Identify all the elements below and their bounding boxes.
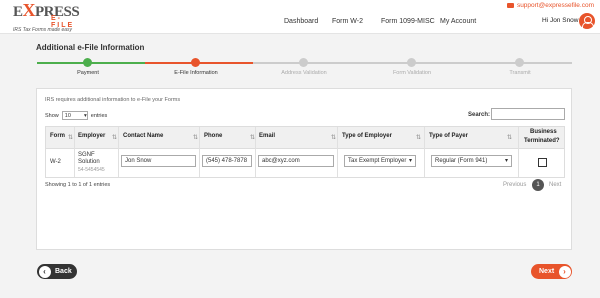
col-terminated: Terminated? bbox=[524, 138, 560, 144]
form-value: W-2 bbox=[50, 159, 61, 165]
nav-dashboard[interactable]: Dashboard bbox=[284, 18, 318, 25]
info-text: IRS requires additional information to e… bbox=[45, 97, 181, 103]
sort-icon[interactable]: ⇅ bbox=[331, 134, 336, 141]
col-type-of-payer[interactable]: Type of Payer bbox=[429, 133, 468, 139]
entries-select[interactable]: 10 ▾ bbox=[61, 111, 88, 120]
forms-table: Form ⇅ Employer ⇅ Contact Name ⇅ Phone ⇅… bbox=[45, 126, 565, 178]
step-dot-pending bbox=[515, 58, 524, 67]
user-greeting[interactable]: Hi Jon Snow bbox=[542, 17, 579, 24]
previous-page-button[interactable]: Previous bbox=[503, 182, 526, 188]
col-business: Business bbox=[530, 129, 557, 135]
chevron-down-icon: ▾ bbox=[84, 112, 87, 119]
search-label: Search: bbox=[468, 112, 491, 118]
col-email[interactable]: Email bbox=[259, 133, 275, 139]
col-contact-name[interactable]: Contact Name bbox=[123, 133, 163, 139]
employer-id: 54-5454545 bbox=[78, 167, 105, 173]
chevron-right-icon: › bbox=[558, 265, 571, 278]
chevron-down-icon: ▾ bbox=[504, 158, 508, 164]
step-check-icon bbox=[83, 58, 92, 67]
employer-name: SGNF bbox=[78, 152, 95, 158]
sort-icon[interactable]: ⇅ bbox=[193, 134, 198, 141]
support-email-link[interactable]: support@expressefile.com bbox=[506, 2, 594, 9]
nav-my-account[interactable]: My Account bbox=[440, 18, 476, 25]
mail-icon bbox=[506, 3, 514, 8]
nav-form-1099-misc[interactable]: Form 1099-MISC bbox=[381, 18, 435, 25]
next-button[interactable]: Next › bbox=[531, 264, 572, 279]
next-page-button[interactable]: Next bbox=[549, 182, 561, 188]
chevron-left-icon: ‹ bbox=[38, 265, 51, 278]
page-title: Additional e-File Information bbox=[36, 43, 145, 52]
col-phone[interactable]: Phone bbox=[204, 133, 222, 139]
nav-form-w2[interactable]: Form W-2 bbox=[332, 18, 363, 25]
step-label-efile-info: E-File Information bbox=[174, 70, 218, 76]
step-label-address: Address Validation bbox=[281, 70, 327, 76]
col-type-of-employer[interactable]: Type of Employer bbox=[342, 133, 392, 139]
sort-icon[interactable]: ⇅ bbox=[507, 134, 512, 141]
sort-icon[interactable]: ⇅ bbox=[112, 134, 117, 141]
step-label-form-validation: Form Validation bbox=[392, 70, 432, 76]
logo[interactable]: EXPRESS E-FILE IRS Tax Forms made easy bbox=[13, 1, 80, 33]
employer-name-2: Solution bbox=[78, 159, 100, 165]
col-form[interactable]: Form bbox=[50, 133, 65, 139]
search-input[interactable] bbox=[491, 108, 565, 120]
step-dot-active bbox=[191, 58, 200, 67]
business-terminated-checkbox[interactable] bbox=[538, 158, 547, 167]
efile-info-panel: IRS requires additional information to e… bbox=[36, 88, 572, 250]
email-input[interactable]: abc@xyz.com bbox=[258, 155, 334, 167]
step-dot-pending bbox=[299, 58, 308, 67]
col-employer[interactable]: Employer bbox=[78, 133, 105, 139]
back-button[interactable]: ‹ Back bbox=[37, 264, 77, 279]
page-1-button[interactable]: 1 bbox=[532, 179, 544, 191]
step-label-transmit: Transmit bbox=[509, 70, 531, 76]
user-avatar-icon[interactable] bbox=[579, 13, 595, 29]
sort-icon[interactable]: ⇅ bbox=[68, 134, 73, 141]
step-dot-pending bbox=[407, 58, 416, 67]
payer-type-select[interactable]: Regular (Form 941) ▾ bbox=[431, 155, 512, 167]
entries-info: Showing 1 to 1 of 1 entries bbox=[45, 182, 111, 188]
entries-control: Show 10 ▾ entries bbox=[45, 111, 108, 120]
employer-type-select[interactable]: Tax Exempt Employer ▾ bbox=[344, 155, 416, 167]
phone-input[interactable]: (545) 478-7878 bbox=[202, 155, 252, 167]
step-label-payment: Payment bbox=[77, 70, 99, 76]
sort-icon[interactable]: ⇅ bbox=[416, 134, 421, 141]
contact-name-input[interactable]: Jon Snow bbox=[121, 155, 196, 167]
chevron-down-icon: ▾ bbox=[408, 158, 412, 164]
top-header: EXPRESS E-FILE IRS Tax Forms made easy s… bbox=[0, 0, 600, 34]
